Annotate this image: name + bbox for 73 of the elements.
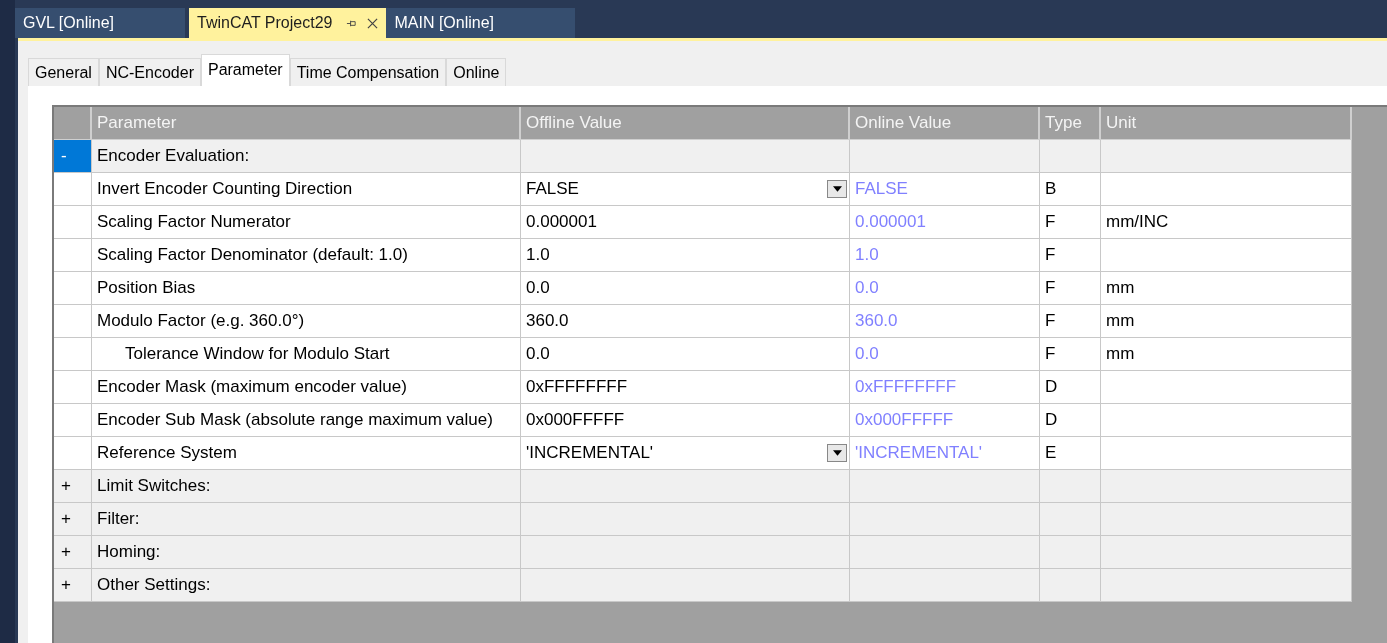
expand-toggle[interactable]: - <box>54 140 92 173</box>
table-cell: Encoder Sub Mask (absolute range maximum value) <box>92 404 521 437</box>
dropdown-value: 'INCREMENTAL' <box>526 443 654 463</box>
tab[interactable]: NC-Encoder <box>98 58 201 86</box>
dropdown-value: FALSE <box>526 179 579 199</box>
row-header <box>54 338 92 371</box>
row-header <box>54 437 92 470</box>
table-cell: F <box>1040 272 1101 305</box>
table-cell: FALSE <box>850 173 1040 206</box>
table-cell: Scaling Factor Denominator (default: 1.0) <box>92 239 521 272</box>
row-header <box>54 305 92 338</box>
tab[interactable]: General <box>28 58 99 86</box>
table-cell: 0.000001 <box>850 206 1040 239</box>
table-cell: 360.0 <box>521 305 850 338</box>
table-cell: 0x000FFFFF <box>521 404 850 437</box>
table-cell: 360.0 <box>850 305 1040 338</box>
table-cell: Encoder Mask (maximum encoder value) <box>92 371 521 404</box>
table-cell: Tolerance Window for Modulo Start <box>92 338 521 371</box>
dropdown-field[interactable]: 'INCREMENTAL' <box>521 437 850 470</box>
group-label: Other Settings: <box>92 569 521 602</box>
group-label: Encoder Evaluation: <box>92 140 521 173</box>
expand-toggle[interactable]: + <box>54 503 92 536</box>
table-cell: F <box>1040 305 1101 338</box>
table-cell: 0.0 <box>521 338 850 371</box>
group-label: Homing: <box>92 536 521 569</box>
document-tab[interactable]: TwinCAT Project29 <box>189 8 387 38</box>
table-cell: D <box>1040 371 1101 404</box>
dropdown-field[interactable]: FALSE <box>521 173 850 206</box>
table-cell: 0xFFFFFFFF <box>850 371 1040 404</box>
table-cell: mm <box>1101 338 1352 371</box>
table-cell: 0.0 <box>850 272 1040 305</box>
table-cell: F <box>1040 239 1101 272</box>
table-cell: Invert Encoder Counting Direction <box>92 173 521 206</box>
table-cell: F <box>1040 206 1101 239</box>
tab[interactable]: Online <box>446 58 507 86</box>
row-header <box>54 404 92 437</box>
table-cell: E <box>1040 437 1101 470</box>
row-header <box>54 239 92 272</box>
document-tab[interactable]: MAIN [Online] <box>386 8 576 38</box>
table-cell: 0xFFFFFFFF <box>521 371 850 404</box>
expand-toggle[interactable]: + <box>54 536 92 569</box>
close-icon[interactable] <box>367 17 379 29</box>
table-cell: mm/INC <box>1101 206 1352 239</box>
table-cell: 0.0 <box>521 272 850 305</box>
row-header <box>54 206 92 239</box>
table-cell: 0x000FFFFF <box>850 404 1040 437</box>
tab[interactable]: Time Compensation <box>289 58 447 86</box>
row-header <box>54 371 92 404</box>
table-cell: 1.0 <box>850 239 1040 272</box>
expand-toggle[interactable]: + <box>54 569 92 602</box>
table-cell: mm <box>1101 305 1352 338</box>
table-cell: Reference System <box>92 437 521 470</box>
group-label: Limit Switches: <box>92 470 521 503</box>
tab-label: TwinCAT Project29 <box>197 14 333 32</box>
table-cell: F <box>1040 338 1101 371</box>
tab-label: GVL [Online] <box>23 14 114 32</box>
table-cell: Position Bias <box>92 272 521 305</box>
document-tab[interactable]: GVL [Online] <box>15 8 185 38</box>
table-cell: D <box>1040 404 1101 437</box>
table-cell: 0.000001 <box>521 206 850 239</box>
expand-toggle[interactable]: + <box>54 470 92 503</box>
table-cell: 'INCREMENTAL' <box>850 437 1040 470</box>
row-header <box>54 173 92 206</box>
group-label: Filter: <box>92 503 521 536</box>
table-cell: Scaling Factor Numerator <box>92 206 521 239</box>
table-cell: mm <box>1101 272 1352 305</box>
table-cell: Modulo Factor (e.g. 360.0°) <box>92 305 521 338</box>
table-cell: B <box>1040 173 1101 206</box>
row-header <box>54 272 92 305</box>
tab-label: MAIN [Online] <box>394 14 495 32</box>
tab[interactable]: Parameter <box>200 54 290 86</box>
table-cell: 0.0 <box>850 338 1040 371</box>
table-cell: 1.0 <box>521 239 850 272</box>
